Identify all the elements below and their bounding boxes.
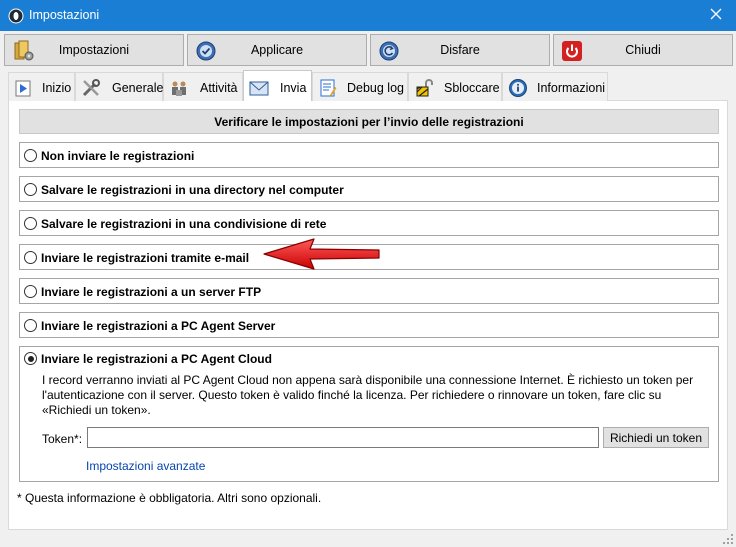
title-bar: Impostazioni [0, 0, 736, 31]
option-label: Inviare le registrazioni a PC Agent Serv… [41, 319, 276, 333]
option-label[interactable]: Inviare le registrazioni a PC Agent Clou… [41, 352, 272, 366]
tab-debug-log[interactable]: Debug log [312, 72, 408, 101]
option-pc-agent-cloud: Inviare le registrazioni a PC Agent Clou… [19, 346, 719, 482]
token-input[interactable] [87, 427, 599, 448]
tab-informazioni[interactable]: Informazioni [502, 72, 608, 101]
tab-label: Inizio [42, 81, 72, 95]
radio-button[interactable] [24, 251, 37, 264]
play-icon [14, 78, 34, 98]
request-token-button[interactable]: Richiedi un token [603, 427, 709, 448]
option-ftp[interactable]: Inviare le registrazioni a un server FTP [19, 278, 719, 304]
tab-attivita[interactable]: Attività [163, 72, 243, 101]
option-pc-agent-server[interactable]: Inviare le registrazioni a PC Agent Serv… [19, 312, 719, 338]
option-save-directory[interactable]: Salvare le registrazioni in una director… [19, 176, 719, 202]
tab-label: Generale [112, 81, 164, 95]
section-header: Verificare le impostazioni per l’invio d… [19, 109, 719, 134]
tools-icon [81, 78, 101, 98]
unlock-icon [414, 78, 434, 98]
settings-icon [12, 40, 34, 62]
option-label: Non inviare le registrazioni [41, 149, 195, 163]
envelope-icon [249, 78, 269, 98]
token-label: Token*: [42, 432, 83, 446]
tab-label: Debug log [347, 81, 404, 95]
radio-button[interactable] [24, 285, 37, 298]
tab-label: Informazioni [537, 81, 606, 95]
settings-toolbar-button[interactable]: Impostazioni [4, 34, 184, 66]
window-title: Impostazioni [29, 8, 100, 22]
option-label: Inviare le registrazioni tramite e-mail [41, 251, 250, 265]
option-label: Salvare le registrazioni in una director… [41, 183, 344, 197]
option-label: Salvare le registrazioni in una condivis… [41, 217, 327, 231]
apply-icon [195, 40, 217, 62]
power-icon [561, 40, 583, 62]
advanced-settings-link[interactable]: Impostazioni avanzate [86, 459, 205, 473]
send-settings-panel: Verificare le impostazioni per l’invio d… [8, 100, 728, 530]
annotation-arrow-icon [262, 237, 382, 271]
cloud-description: I record verranno inviati al PC Agent Cl… [42, 373, 694, 417]
tab-label: Attività [200, 81, 238, 95]
info-icon [508, 78, 528, 98]
window-close-button[interactable] [696, 0, 736, 31]
option-network-share[interactable]: Salvare le registrazioni in una condivis… [19, 210, 719, 236]
tab-inizio[interactable]: Inizio [8, 72, 75, 101]
radio-button[interactable] [24, 149, 37, 162]
tab-label: Invia [280, 81, 307, 95]
users-icon [169, 78, 189, 98]
log-icon [318, 78, 338, 98]
tab-label: Sbloccare [444, 81, 500, 95]
undo-toolbar-button[interactable]: Disfare [370, 34, 550, 66]
footnote: * Questa informazione è obbligatoria. Al… [17, 491, 322, 505]
option-label: Inviare le registrazioni a un server FTP [41, 285, 262, 299]
close-toolbar-button[interactable]: Chiudi [553, 34, 733, 66]
resize-grip-icon[interactable] [722, 533, 734, 545]
radio-button[interactable] [24, 183, 37, 196]
tab-generale[interactable]: Generale [75, 72, 163, 101]
option-no-send[interactable]: Non inviare le registrazioni [19, 142, 719, 168]
tab-sbloccare[interactable]: Sbloccare [408, 72, 502, 101]
tab-invia[interactable]: Invia [243, 70, 312, 101]
radio-button[interactable] [24, 217, 37, 230]
close-icon [710, 8, 722, 23]
undo-icon [378, 40, 400, 62]
app-logo-icon [8, 8, 24, 24]
radio-button[interactable] [24, 319, 37, 332]
radio-button-selected[interactable] [24, 352, 37, 365]
apply-toolbar-button[interactable]: Applicare [187, 34, 367, 66]
